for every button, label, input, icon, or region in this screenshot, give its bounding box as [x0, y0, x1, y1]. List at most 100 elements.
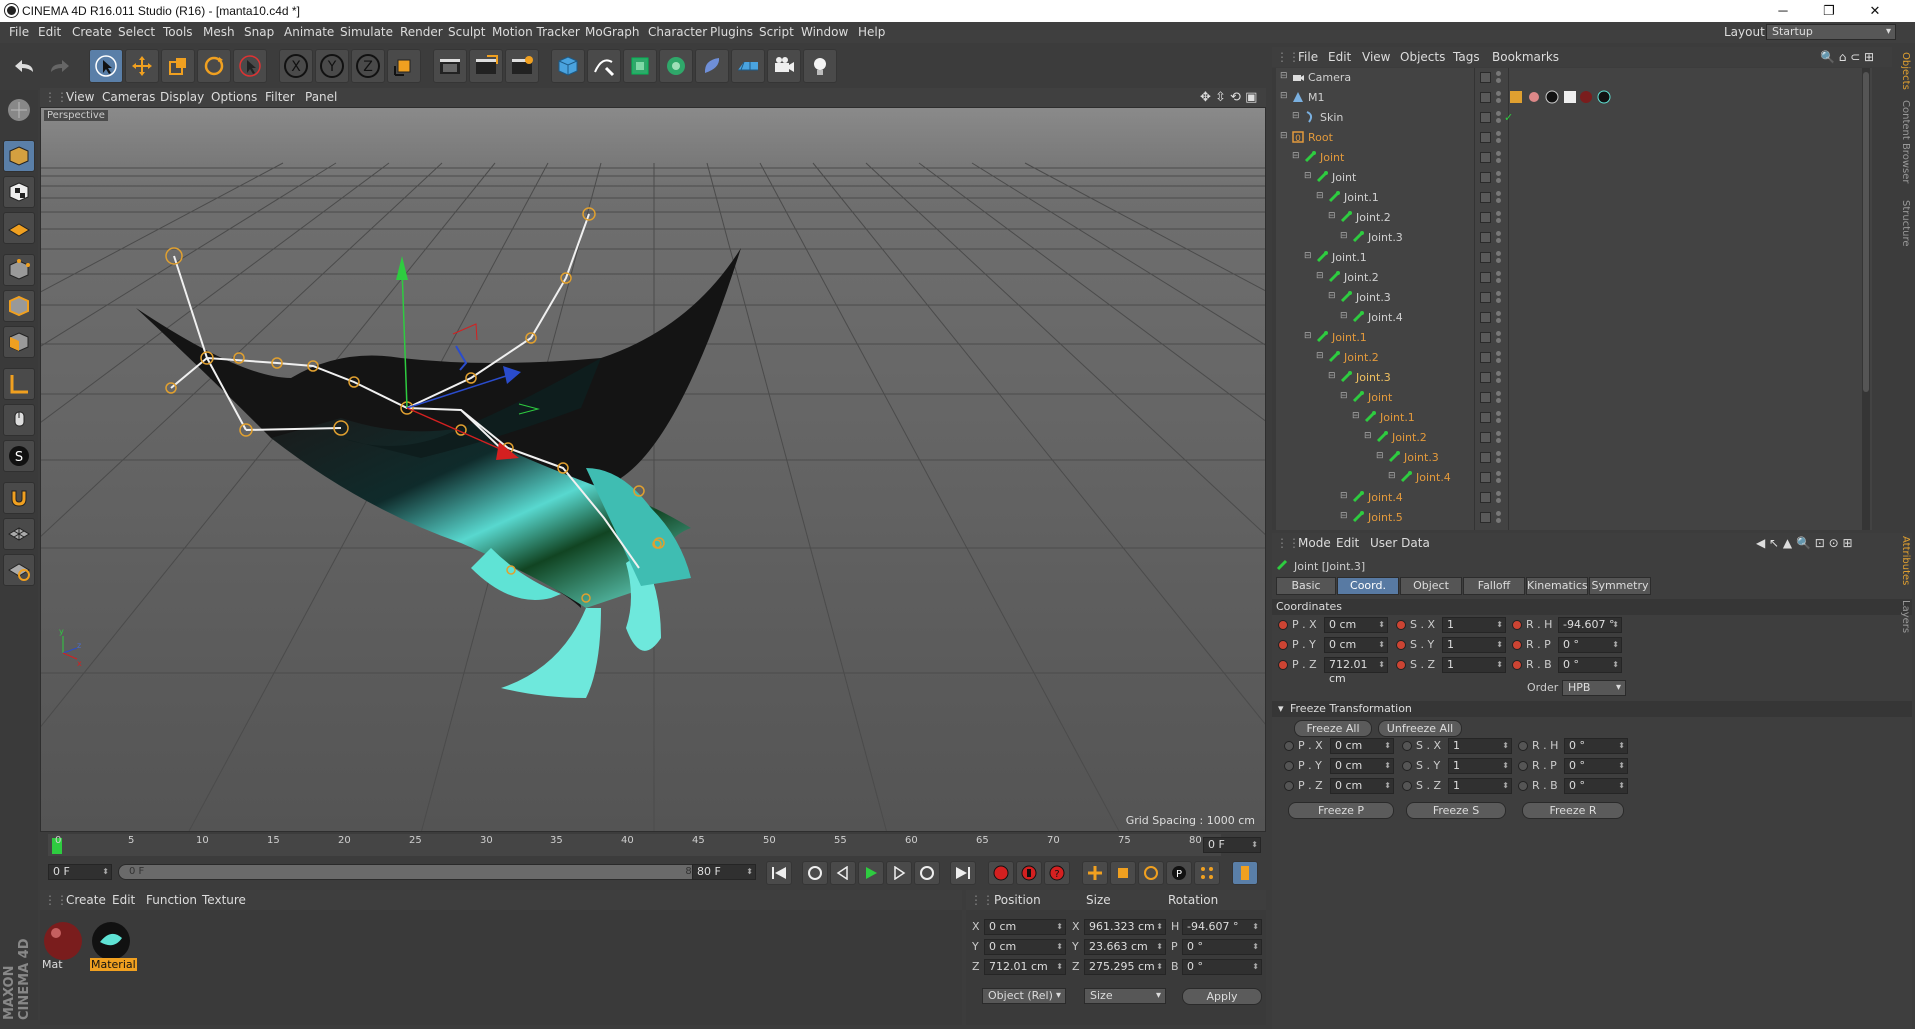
- side-tab-attributes[interactable]: Attributes: [1900, 536, 1911, 585]
- expand-toggle-icon[interactable]: ⊟: [1328, 211, 1336, 221]
- menu-snap[interactable]: Snap: [244, 25, 274, 39]
- tab-falloff[interactable]: Falloff: [1463, 577, 1525, 595]
- freeze-key-r-p-icon[interactable]: [1518, 761, 1528, 771]
- menu-simulate[interactable]: Simulate: [340, 25, 393, 39]
- freeze-key-s-x-icon[interactable]: [1402, 741, 1412, 751]
- object-tree-row[interactable]: ⊟ Joint.3: [1272, 448, 1872, 468]
- freeze-key-p-z-icon[interactable]: [1284, 781, 1294, 791]
- expand-toggle-icon[interactable]: ⊟: [1340, 391, 1348, 401]
- autokeying-icon[interactable]: [1016, 861, 1042, 885]
- object-tree-row[interactable]: ⊟ Joint.2: [1272, 428, 1872, 448]
- model-mode-icon[interactable]: [3, 140, 35, 172]
- object-tree-row[interactable]: ⊟ Joint.3: [1272, 368, 1872, 388]
- render-visibility-dot[interactable]: [1496, 78, 1501, 83]
- render-to-picture-viewer-icon[interactable]: [469, 49, 503, 83]
- freeze-s-button[interactable]: Freeze S: [1406, 802, 1506, 819]
- material-swatch-mat[interactable]: Mat: [42, 920, 84, 972]
- layer-visibility-icon[interactable]: [1480, 172, 1491, 183]
- expand-toggle-icon[interactable]: ⊟: [1280, 91, 1288, 101]
- size-x-field[interactable]: 961.323 cm: [1084, 919, 1166, 935]
- object-tree-row[interactable]: ⊟ Joint: [1272, 168, 1872, 188]
- keyframe-selection-icon[interactable]: ?: [1044, 861, 1070, 885]
- object-tree-row[interactable]: ⊟ Joint.5: [1272, 508, 1872, 528]
- attr-navigation-icons[interactable]: ◀ ↖ ▲ 🔍 ⊡ ⊙ ⊞: [1756, 536, 1853, 550]
- keyframe-r-b-icon[interactable]: [1512, 660, 1522, 670]
- viewport-menu-filter[interactable]: Filter: [265, 90, 295, 104]
- render-visibility-dot[interactable]: [1496, 218, 1501, 223]
- expand-toggle-icon[interactable]: ⊟: [1376, 451, 1384, 461]
- material-menu-texture[interactable]: Texture: [202, 893, 246, 907]
- menu-sculpt[interactable]: Sculpt: [448, 25, 485, 39]
- editor-visibility-dot[interactable]: [1496, 511, 1501, 516]
- editor-visibility-dot[interactable]: [1496, 171, 1501, 176]
- position-z-field[interactable]: 712.01 cm: [984, 959, 1066, 975]
- viewport-menu-view[interactable]: View: [66, 90, 94, 104]
- r-b-field[interactable]: 0 °: [1558, 657, 1622, 673]
- freeze-r-button[interactable]: Freeze R: [1522, 802, 1624, 819]
- floor-environment-icon[interactable]: [731, 49, 765, 83]
- freeze-all-button[interactable]: Freeze All: [1294, 720, 1372, 737]
- enabled-check-icon[interactable]: ✓: [1504, 111, 1513, 124]
- editor-visibility-dot[interactable]: [1496, 451, 1501, 456]
- menu-file[interactable]: File: [9, 25, 29, 39]
- editor-visibility-dot[interactable]: [1496, 371, 1501, 376]
- material-menu-edit[interactable]: Edit: [112, 893, 135, 907]
- expand-toggle-icon[interactable]: ⊟: [1280, 131, 1288, 141]
- redo-icon[interactable]: [43, 49, 77, 83]
- 3d-viewport[interactable]: y zx Perspective Grid Spacing : 1000 cm: [40, 107, 1266, 832]
- attr-menu-mode[interactable]: Mode: [1298, 536, 1331, 550]
- editor-visibility-dot[interactable]: [1496, 271, 1501, 276]
- keyframe-s-y-icon[interactable]: [1396, 640, 1406, 650]
- recent-tool-icon[interactable]: [233, 49, 267, 83]
- freeze-key-s-y-icon[interactable]: [1402, 761, 1412, 771]
- position-x-field[interactable]: 0 cm: [984, 919, 1066, 935]
- freeze-key-r-b-icon[interactable]: [1518, 781, 1528, 791]
- freeze-p-z-field[interactable]: 0 cm: [1330, 778, 1394, 794]
- preview-range-slider[interactable]: 0 F 80 F: [118, 864, 718, 880]
- side-tab-structure[interactable]: Structure: [1900, 200, 1911, 247]
- polygons-mode-icon[interactable]: [3, 326, 35, 358]
- layer-visibility-icon[interactable]: [1480, 212, 1491, 223]
- expand-toggle-icon[interactable]: ⊟: [1280, 71, 1288, 81]
- editor-visibility-dot[interactable]: [1496, 151, 1501, 156]
- layer-visibility-icon[interactable]: [1480, 252, 1491, 263]
- freeze-p-y-field[interactable]: 0 cm: [1330, 758, 1394, 774]
- size-y-field[interactable]: 23.663 cm: [1084, 939, 1166, 955]
- editor-visibility-dot[interactable]: [1496, 411, 1501, 416]
- menu-edit[interactable]: Edit: [38, 25, 61, 39]
- close-button[interactable]: ✕: [1852, 0, 1898, 22]
- planar-workplane-icon[interactable]: [3, 554, 35, 586]
- layer-visibility-icon[interactable]: [1480, 152, 1491, 163]
- expand-toggle-icon[interactable]: ⊟: [1340, 311, 1348, 321]
- keyframe-p-z-icon[interactable]: [1278, 660, 1288, 670]
- freeze-key-r-h-icon[interactable]: [1518, 741, 1528, 751]
- start-frame-field[interactable]: 0 F: [48, 864, 112, 880]
- viewport-navigation-icons[interactable]: ✥ ⇳ ⟲ ▣: [1200, 90, 1257, 105]
- z-axis-lock-button[interactable]: Z: [351, 49, 385, 83]
- s-z-field[interactable]: 1: [1442, 657, 1506, 673]
- object-tree-row[interactable]: ⊟ Joint.4: [1272, 308, 1872, 328]
- expand-toggle-icon[interactable]: ⊟: [1388, 471, 1396, 481]
- current-frame-field[interactable]: 0 F: [1203, 837, 1261, 853]
- expand-toggle-icon[interactable]: ⊟: [1316, 271, 1324, 281]
- keyframe-p-x-icon[interactable]: [1278, 620, 1288, 630]
- key-position-icon[interactable]: [1082, 861, 1108, 885]
- render-visibility-dot[interactable]: [1496, 458, 1501, 463]
- render-visibility-dot[interactable]: [1496, 138, 1501, 143]
- play-icon[interactable]: [858, 861, 884, 885]
- object-tree-row[interactable]: ⊟ Joint.4: [1272, 468, 1872, 488]
- attr-menu-edit[interactable]: Edit: [1336, 536, 1359, 550]
- expand-toggle-icon[interactable]: ⊟: [1340, 491, 1348, 501]
- expand-toggle-icon[interactable]: ⊟: [1292, 151, 1300, 161]
- object-tree-row[interactable]: ⊟ Joint: [1272, 388, 1872, 408]
- keyframe-r-p-icon[interactable]: [1512, 640, 1522, 650]
- render-visibility-dot[interactable]: [1496, 158, 1501, 163]
- editor-visibility-dot[interactable]: [1496, 91, 1501, 96]
- deformer-icon[interactable]: [695, 49, 729, 83]
- expand-toggle-icon[interactable]: ⊟: [1340, 511, 1348, 521]
- menu-character[interactable]: Character: [648, 25, 707, 39]
- unfreeze-all-button[interactable]: Unfreeze All: [1378, 720, 1462, 737]
- object-tree-row[interactable]: ⊟ Skin ✓: [1272, 108, 1872, 128]
- previous-key-icon[interactable]: [802, 861, 828, 885]
- subdivision-surface-icon[interactable]: [623, 49, 657, 83]
